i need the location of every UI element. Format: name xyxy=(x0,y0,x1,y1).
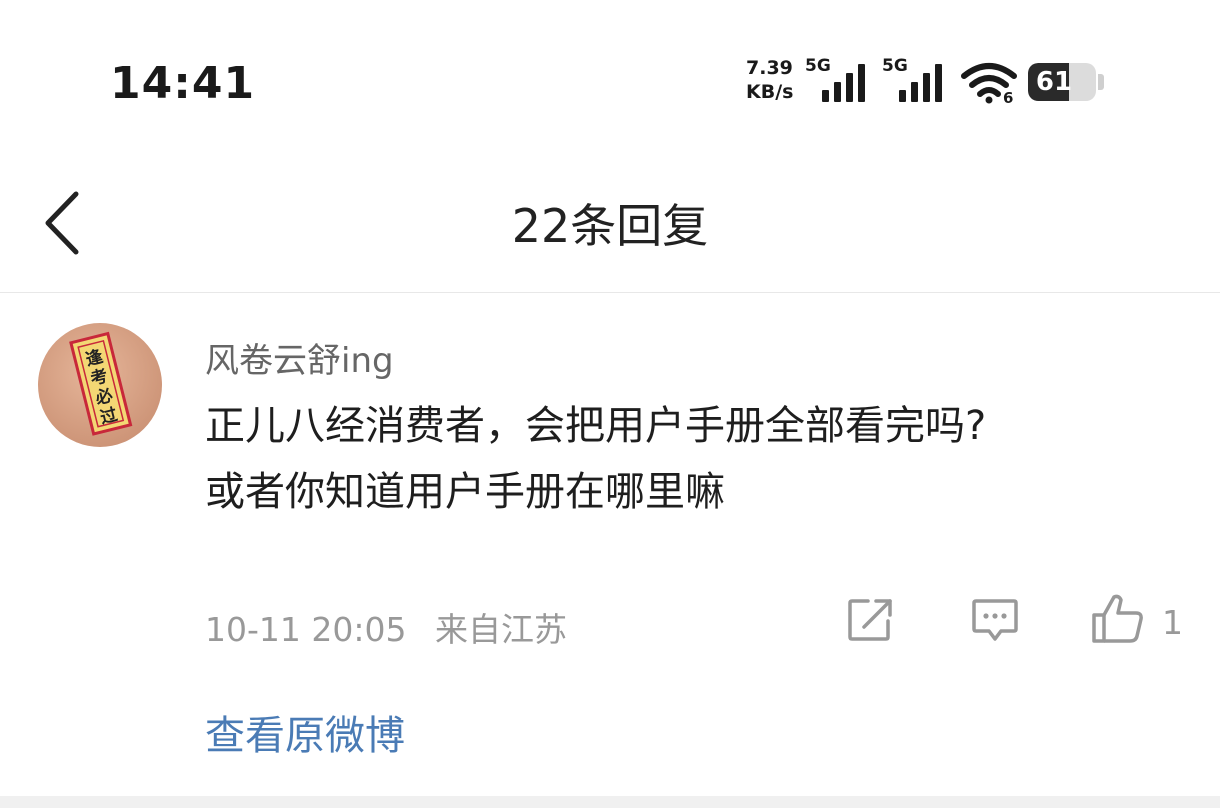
wifi-icon: 6 xyxy=(960,62,1020,108)
share-icon xyxy=(848,599,892,641)
like-count: 1 xyxy=(1162,603,1183,642)
username[interactable]: 风卷云舒ing xyxy=(205,333,394,382)
page-title: 22条回复 xyxy=(511,199,709,253)
reply-meta: 10-11 20:05 来自江苏 xyxy=(205,603,567,651)
reply-content-line: 或者你知道用户手册在哪里嘛 xyxy=(205,469,725,515)
reply-item: 逢 考 必 过 风卷云舒ing 正儿八经消费者，会把用户手册全部看完吗? 或者你… xyxy=(0,293,1220,793)
avatar[interactable]: 逢 考 必 过 xyxy=(38,323,162,447)
header-bar: 22条回复 xyxy=(0,150,1220,293)
battery-icon: 61 xyxy=(1028,63,1096,101)
battery-level: 61 xyxy=(1035,67,1073,97)
thumbs-up-icon xyxy=(1092,594,1143,643)
sim2-signal-icon xyxy=(899,64,942,102)
status-time: 14:41 xyxy=(110,58,256,109)
reply-date: 10-11 20:05 xyxy=(205,610,407,649)
like-button[interactable] xyxy=(1090,591,1146,651)
comment-icon xyxy=(972,599,1018,641)
sim1-signal-icon xyxy=(822,64,865,102)
network-speed-value: 7.39 xyxy=(746,57,793,79)
network-speed-unit: KB/s xyxy=(746,81,794,103)
comment-button[interactable] xyxy=(970,595,1020,649)
section-divider xyxy=(0,796,1220,808)
reply-location: 来自江苏 xyxy=(434,610,567,649)
network-speed: 7.39 KB/s xyxy=(746,56,793,104)
battery-cap xyxy=(1098,74,1104,90)
share-button[interactable] xyxy=(846,595,896,647)
wifi-badge: 6 xyxy=(1003,89,1013,104)
reply-content: 正儿八经消费者，会把用户手册全部看完吗? 或者你知道用户手册在哪里嘛 xyxy=(205,393,1195,525)
status-bar: 14:41 7.39 KB/s 5G 5G 6 61 xyxy=(0,0,1220,150)
view-original-link[interactable]: 查看原微博 xyxy=(205,703,405,761)
reply-content-line: 正儿八经消费者，会把用户手册全部看完吗? xyxy=(205,403,987,449)
